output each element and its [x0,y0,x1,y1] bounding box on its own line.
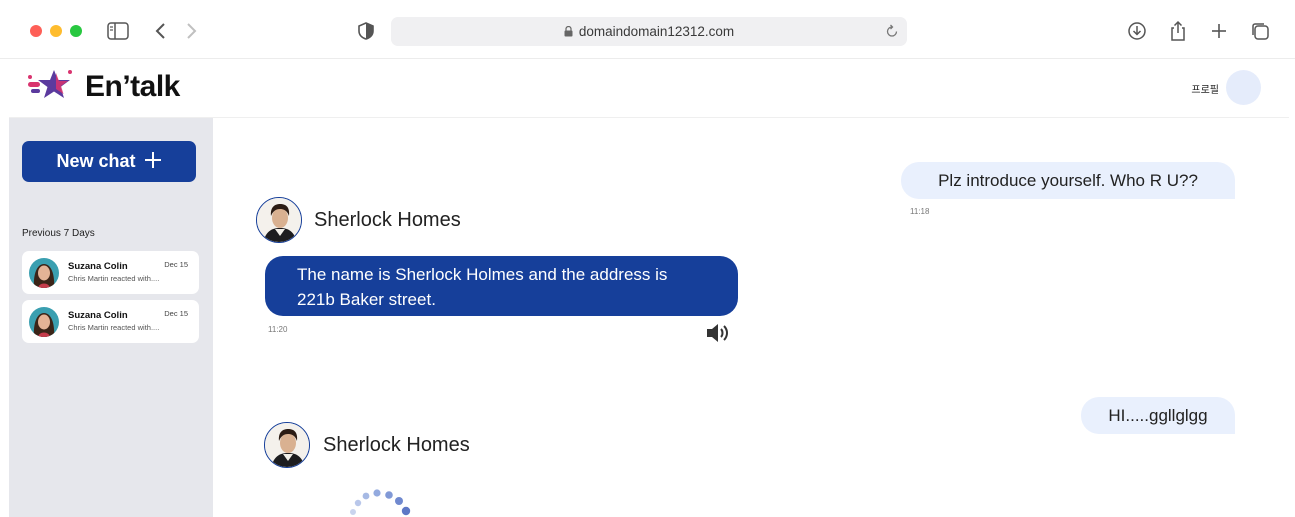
url-text: domaindomain12312.com [578,24,735,39]
bot-name: Sherlock Homes [314,209,461,231]
profile-avatar[interactable] [1226,70,1261,105]
minimize-window-button[interactable] [50,25,62,37]
sidebar: New chat Previous 7 Days Suzana Colin Ch… [9,118,213,517]
conversation-date: Dec 15 [164,309,188,318]
message-preview: Chris Martin reacted with.... [68,274,160,283]
app-header: En’talk 프로필 [9,59,1289,118]
user-message-text: HI.....ggllglgg [1108,405,1208,425]
new-tab-icon[interactable] [1207,19,1231,43]
tab-overview-icon[interactable] [1248,19,1272,43]
forward-icon[interactable] [180,19,204,43]
browser-toolbar: domaindomain12312.com [0,0,1295,59]
bot-message-line: 221b Baker street. [297,290,436,309]
share-icon[interactable] [1166,19,1190,43]
bot-message-line: The name is Sherlock Holmes and the addr… [297,265,668,284]
close-window-button[interactable] [30,25,42,37]
user-message-bubble: Plz introduce yourself. Who R U?? [901,162,1235,199]
conversation-date: Dec 15 [164,260,188,269]
bot-message-bubble: The name is Sherlock Holmes and the addr… [265,256,738,316]
contact-avatar [29,307,59,337]
section-label: Previous 7 Days [22,228,95,239]
sidebar-toggle-icon[interactable] [106,19,130,43]
new-chat-button[interactable]: New chat [22,141,196,182]
lock-icon [564,26,573,37]
profile-label[interactable]: 프로필 [1191,81,1219,96]
reload-icon[interactable] [885,23,899,42]
address-bar[interactable]: domaindomain12312.com [391,17,907,46]
message-preview: Chris Martin reacted with.... [68,323,160,332]
contact-name: Suzana Colin [68,261,128,272]
new-chat-label: New chat [56,151,136,171]
maximize-window-button[interactable] [70,25,82,37]
loading-spinner-icon [344,488,416,517]
user-message-text: Plz introduce yourself. Who R U?? [938,170,1198,190]
bot-name: Sherlock Homes [323,434,470,456]
privacy-shield-icon[interactable] [354,19,378,43]
user-message-bubble: HI.....ggllglgg [1081,397,1235,434]
contact-name: Suzana Colin [68,310,128,321]
bot-avatar [256,197,302,243]
conversation-item[interactable]: Suzana Colin Chris Martin reacted with..… [22,251,199,294]
download-icon[interactable] [1125,19,1149,43]
message-time: 11:18 [910,207,930,216]
back-icon[interactable] [148,19,172,43]
message-time: 11:20 [268,325,288,334]
brand-name: En’talk [85,70,180,103]
conversation-item[interactable]: Suzana Colin Chris Martin reacted with..… [22,300,199,343]
star-logo-icon [26,68,74,107]
plus-icon [144,150,162,174]
bot-avatar [264,422,310,468]
contact-avatar [29,258,59,288]
speaker-icon[interactable] [706,322,730,349]
